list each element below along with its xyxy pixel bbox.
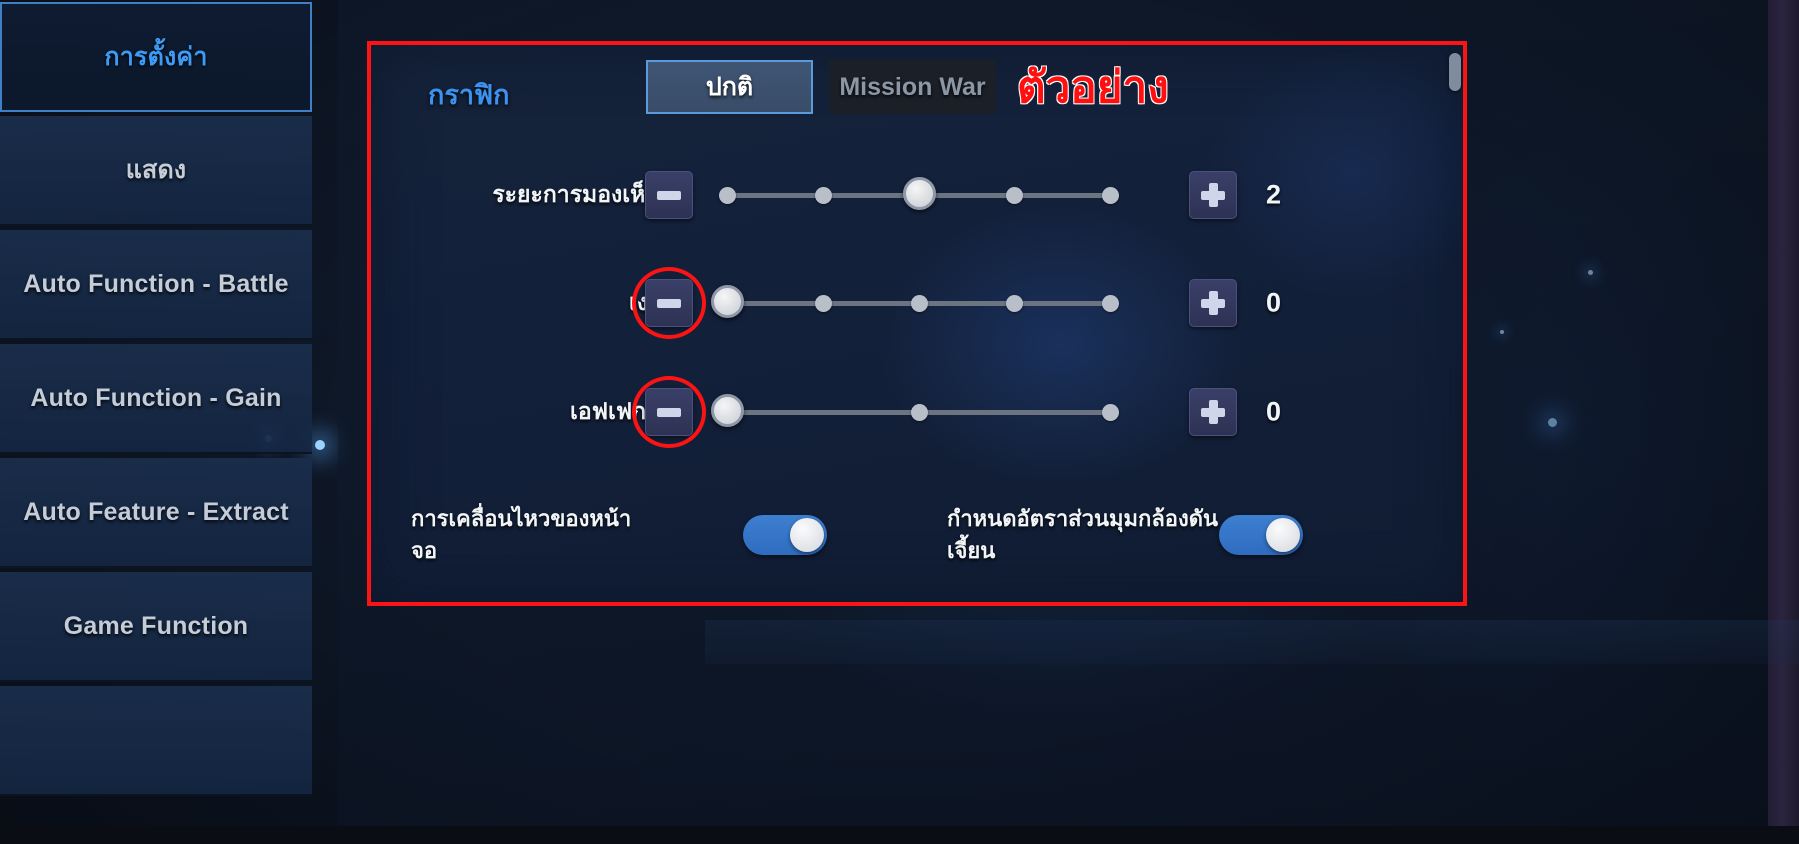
- sidebar-item-7[interactable]: [0, 686, 312, 796]
- setting-label-wrap: ระยะการมองเห็น: [411, 155, 661, 235]
- increment-button[interactable]: [1189, 279, 1237, 327]
- sidebar-item-label: Auto Function - Gain: [30, 383, 282, 412]
- setting-value: 0: [1266, 287, 1282, 318]
- sidebar-item-label: Game Function: [63, 611, 249, 640]
- slider-step-dot[interactable]: [719, 187, 736, 204]
- slider-step-dot[interactable]: [1006, 295, 1024, 312]
- toggle-rows: การเคลื่อนไหวของหน้าจอ กำหนดอัตราส่วนมุมก…: [371, 485, 1463, 575]
- slider-step-dot[interactable]: [910, 404, 928, 421]
- right-edge-strip: [1768, 0, 1799, 844]
- setting-label-wrap: เอฟเฟกต์: [411, 372, 661, 452]
- sidebar-item-6[interactable]: Game Function: [0, 572, 312, 682]
- setting-label-wrap: เงา: [411, 263, 661, 343]
- app-background: การตั้งค่าแสดง Auto Function - Battle Auto…: [0, 0, 1799, 844]
- slider-thumb[interactable]: [711, 394, 744, 427]
- slider-thumb[interactable]: [902, 177, 936, 210]
- decrement-button[interactable]: [645, 171, 693, 219]
- setting-value: 0: [1266, 396, 1282, 427]
- sidebar-item-label: Auto Function - Battle: [23, 269, 289, 298]
- plus-icon-vertical: [1208, 400, 1218, 424]
- sidebar-item-3[interactable]: Auto Function - Battle: [0, 230, 312, 340]
- sidebar-item-label: การตั้งค่า: [104, 43, 208, 71]
- sidebar-item-5[interactable]: Auto Feature - Extract: [0, 458, 312, 568]
- plus-icon-vertical: [1208, 183, 1218, 207]
- settings-sidebar: การตั้งค่าแสดง Auto Function - Battle Auto…: [0, 0, 312, 826]
- slider-step-dot[interactable]: [1102, 187, 1119, 204]
- toggle-label: กำหนดอัตราส่วนมุมกล้องดันเจี้ยน: [947, 506, 1219, 563]
- toggle-knob: [790, 518, 824, 552]
- toggle-switch[interactable]: [1219, 515, 1303, 555]
- sample-annotation-text: ตัวอย่าง: [1017, 63, 1169, 112]
- slider-step-dot[interactable]: [814, 187, 832, 204]
- sidebar-item-1[interactable]: การตั้งค่า: [0, 2, 312, 112]
- sidebar-item-4[interactable]: Auto Function - Gain: [0, 344, 312, 454]
- plus-icon-vertical: [1208, 291, 1218, 315]
- panel-scrollbar-track[interactable]: [1444, 49, 1460, 594]
- toggle-label: การเคลื่อนไหวของหน้าจอ: [411, 506, 632, 563]
- setting-row-1: ระยะการมองเห็น 2: [371, 155, 1463, 235]
- graphics-header: กราฟิก ปกติ Mission War ตัวอย่าง: [371, 45, 1463, 123]
- setting-row-3: เอฟเฟกต์ 0: [371, 372, 1463, 452]
- tab-normal[interactable]: ปกติ: [646, 60, 813, 114]
- sidebar-item-label: Auto Feature - Extract: [23, 497, 289, 526]
- setting-slider[interactable]: [719, 177, 1119, 210]
- sidebar-item-label: แสดง: [125, 156, 187, 184]
- bottom-edge-strip: [0, 826, 1799, 844]
- minus-icon: [657, 190, 681, 200]
- panel-lower-slab: [705, 620, 1799, 664]
- setting-row-2: เงา 0: [371, 263, 1463, 343]
- slider-step-dot[interactable]: [1006, 187, 1024, 204]
- tab-mission-war[interactable]: Mission War: [829, 60, 996, 114]
- setting-slider[interactable]: [711, 285, 1119, 318]
- toggle-switch[interactable]: [743, 515, 827, 555]
- panel-scrollbar-thumb[interactable]: [1449, 53, 1461, 91]
- annotation-red-circle: [632, 267, 706, 339]
- toggle-knob: [1266, 518, 1300, 552]
- setting-value: 2: [1266, 179, 1282, 210]
- slider-step-dot[interactable]: [1102, 404, 1119, 421]
- slider-step-dot[interactable]: [910, 295, 928, 312]
- setting-slider[interactable]: [711, 394, 1119, 427]
- graphics-settings-card: กราฟิก ปกติ Mission War ตัวอย่าง ระยะการ…: [371, 45, 1463, 602]
- graphics-section-title: กราฟิก: [428, 80, 510, 110]
- increment-button[interactable]: [1189, 171, 1237, 219]
- sidebar-item-2[interactable]: แสดง: [0, 116, 312, 226]
- increment-button[interactable]: [1189, 388, 1237, 436]
- setting-label: ระยะการมองเห็น: [492, 181, 661, 207]
- slider-thumb[interactable]: [711, 285, 744, 318]
- slider-step-dot[interactable]: [814, 295, 832, 312]
- slider-step-dot[interactable]: [1102, 295, 1119, 312]
- annotation-red-circle: [632, 376, 706, 448]
